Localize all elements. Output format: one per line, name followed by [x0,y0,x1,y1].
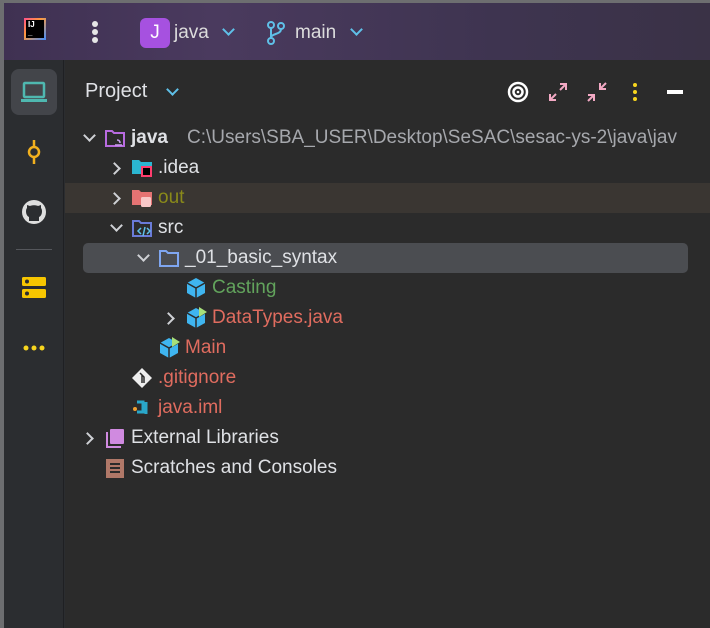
iml-icon [131,397,153,419]
project-badge[interactable]: J [140,18,170,48]
project-path: C:\Users\SBA_USER\Desktop\SeSAC\sesac-ys… [187,127,677,148]
tree-item[interactable]: .idea [65,153,710,183]
sidebar-item-github[interactable] [11,189,57,235]
tree-item[interactable]: Scratches and Consoles [65,453,710,483]
tree-item-label: java.iml [158,397,223,418]
chevron-right-icon[interactable] [107,191,123,205]
expand-all-button[interactable] [546,80,570,104]
tree-item[interactable]: External Libraries [65,423,710,453]
tree-item-label: .idea [158,157,200,178]
project-panel: Project java C:\Users\SBA_USER\Desktop\Se… [65,60,710,628]
options-icon [633,83,637,101]
java-class-runnable-icon [185,307,207,329]
tree-item[interactable]: java.iml [65,393,710,423]
commit-icon [27,140,41,164]
tree-item-label: External Libraries [131,427,279,448]
tree-item[interactable]: out [65,183,710,213]
laptop-icon [21,81,47,102]
chevron-down-icon[interactable] [166,83,179,96]
intellij-logo-icon[interactable]: IJ _ [24,18,46,40]
more-icon [23,345,45,351]
server-icon [22,277,46,298]
source-folder-icon [131,217,153,239]
main-menu-button[interactable] [91,21,99,43]
sidebar-item-commit[interactable] [11,129,57,175]
tree-item-label: src [158,217,184,238]
module-folder-icon [104,127,126,149]
branch-selector[interactable]: main [295,22,336,44]
expand-icon [549,83,567,101]
sidebar-item-project[interactable] [11,69,57,115]
select-opened-file-button[interactable] [506,80,530,104]
java-class-icon [185,277,207,299]
collapse-all-button[interactable] [585,80,609,104]
tree-item[interactable]: _01_basic_syntax [83,243,688,273]
sidebar-item-more[interactable] [11,325,57,371]
chevron-right-icon[interactable] [107,161,123,175]
tree-item-label: Casting [212,277,277,298]
tree-item-label: Main [185,337,227,358]
tree-item[interactable]: Casting [65,273,710,303]
sidebar-divider [16,249,52,250]
tree-item-label: Scratches and Consoles [131,457,337,478]
project-selector[interactable]: java [174,22,209,44]
chevron-down-icon[interactable] [82,129,96,145]
tree-item[interactable]: DataTypes.java [65,303,710,333]
java-class-runnable-icon [158,337,180,359]
tree-item[interactable]: Main [65,333,710,363]
library-icon [104,427,126,449]
chevron-down-icon[interactable] [109,219,123,235]
tree-item-label: out [158,187,185,208]
options-button[interactable] [623,80,647,104]
tree-item-label: java [131,127,168,148]
git-icon [131,367,153,389]
tree-item[interactable]: .gitignore [65,363,710,393]
github-icon [22,200,46,224]
title-bar: IJ _ J java main [4,3,710,60]
panel-title[interactable]: Project [85,80,147,103]
tree-item[interactable]: java C:\Users\SBA_USER\Desktop\SeSAC\sesa… [65,123,710,153]
chevron-right-icon[interactable] [161,311,177,325]
excluded-folder-icon [131,187,153,209]
tree-item-label: _01_basic_syntax [185,247,338,268]
sidebar-item-services[interactable] [11,265,57,311]
chevron-down-icon[interactable] [222,23,235,36]
package-folder-icon [158,247,180,269]
minimize-icon [667,90,683,94]
tree-item-label: .gitignore [158,367,237,388]
chevron-down-icon[interactable] [136,249,150,265]
collapse-icon [587,82,607,102]
chevron-down-icon[interactable] [350,23,363,36]
scratches-icon [104,457,126,479]
target-icon [507,81,529,103]
tree-item-label: DataTypes.java [212,307,343,328]
tree-item[interactable]: src [65,213,710,243]
tool-window-sidebar [4,60,64,628]
minimize-button[interactable] [663,80,687,104]
chevron-right-icon[interactable] [80,431,96,445]
idea-folder-icon [131,157,153,179]
branch-icon [267,21,285,45]
